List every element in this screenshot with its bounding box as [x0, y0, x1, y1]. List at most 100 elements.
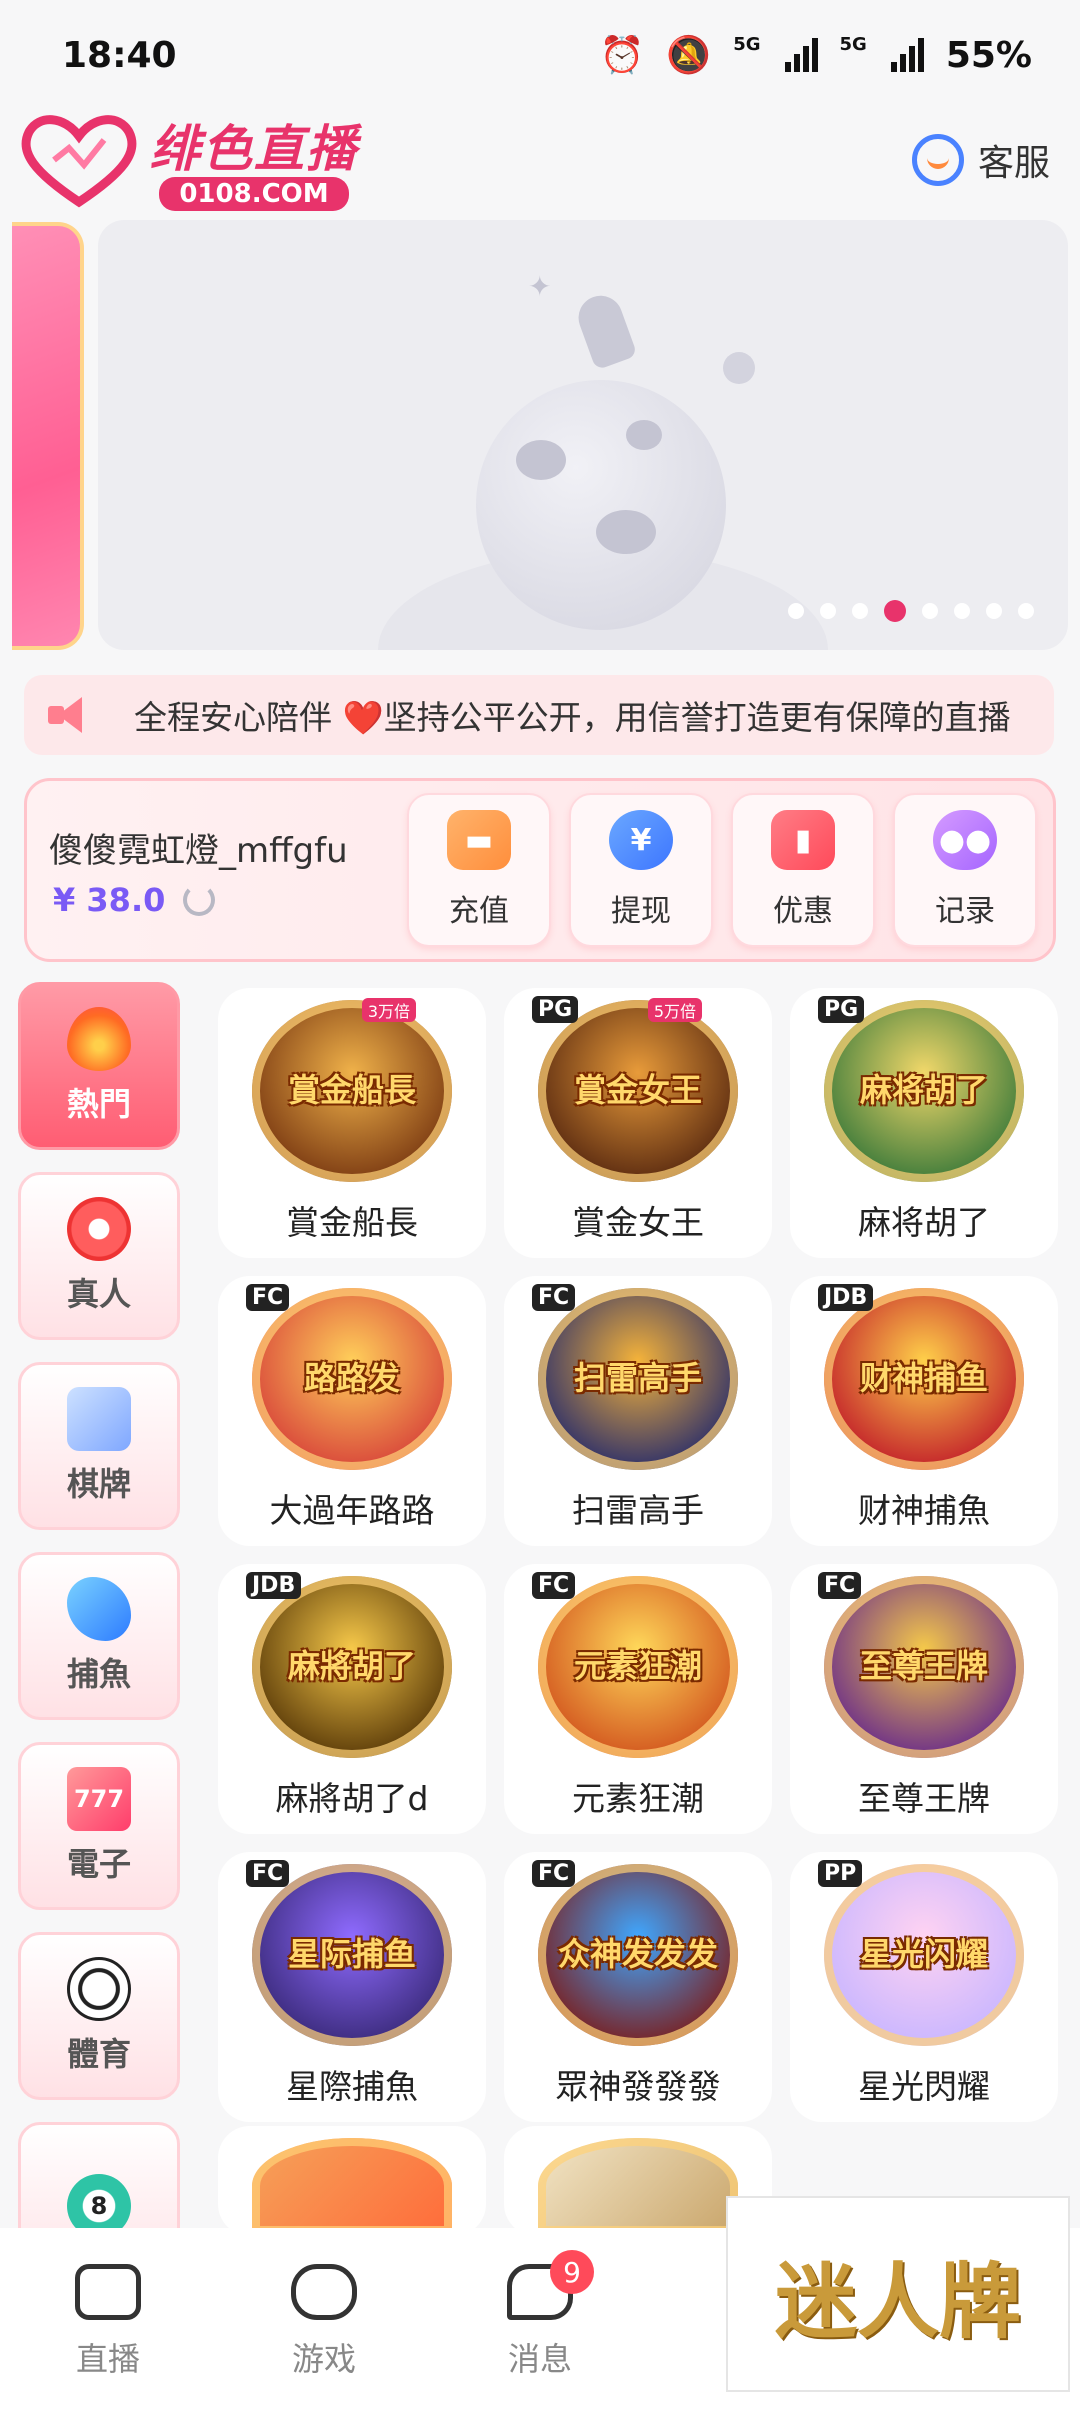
- wallet-balance: ¥ 38.0: [53, 881, 216, 919]
- carousel-dot[interactable]: [852, 603, 868, 619]
- promotions-label: 优惠: [773, 894, 833, 929]
- provider-badge: JDB: [818, 1284, 874, 1311]
- multiplier-badge: 5万倍: [647, 998, 702, 1022]
- game-card[interactable]: FC 至尊王牌 至尊王牌: [790, 1564, 1058, 1834]
- carousel-dots: [788, 600, 1034, 622]
- game-card[interactable]: JDB 麻將胡了麻將胡了d: [218, 1564, 486, 1834]
- game-logo-text: 财神捕鱼: [859, 1359, 988, 1398]
- game-card[interactable]: PG 麻将胡了 麻将胡了: [790, 988, 1058, 1258]
- category-live-casino[interactable]: 真人: [18, 1172, 180, 1340]
- game-thumbnail: FC 众神发发发: [532, 1860, 738, 2046]
- game-card-partial[interactable]: [218, 2126, 486, 2236]
- provider-badge: FC: [532, 1284, 576, 1311]
- category-hot[interactable]: 熱門: [18, 982, 180, 1150]
- game-name: 麻將胡了d: [275, 1779, 429, 1818]
- category-label: 電子: [66, 1845, 131, 1883]
- app-logo: 绯色直播 0108.COM: [14, 109, 358, 211]
- wallet-icon: ▬: [447, 810, 511, 870]
- game-card[interactable]: FC 元素狂潮 元素狂潮: [504, 1564, 772, 1834]
- category-sports[interactable]: 體育: [18, 1932, 180, 2100]
- category-label: 捕魚: [66, 1655, 131, 1693]
- game-logo-text: 至尊王牌: [859, 1647, 988, 1686]
- game-logo-text: 路路发: [303, 1359, 400, 1398]
- provider-badge: FC: [532, 1572, 576, 1599]
- carousel-dot[interactable]: [820, 603, 836, 619]
- soccer-icon: [67, 1957, 131, 2021]
- game-card[interactable]: FC 扫雷高手 扫雷高手: [504, 1276, 772, 1546]
- records-label: 记录: [935, 894, 995, 929]
- nav-live[interactable]: 直播: [0, 2264, 216, 2414]
- game-logo-text: 元素狂潮: [573, 1647, 702, 1686]
- nav-label: 直播: [75, 2340, 140, 2378]
- promotions-button[interactable]: ▮ 优惠: [731, 793, 875, 947]
- carousel-dot[interactable]: [788, 603, 804, 619]
- provider-badge: PG: [532, 996, 579, 1023]
- signal-icon: [784, 38, 818, 72]
- game-name: 元素狂潮: [572, 1779, 704, 1818]
- shark-icon: [67, 1577, 131, 1641]
- gamepad-icon: [291, 2264, 357, 2320]
- provider-badge: FC: [246, 1284, 290, 1311]
- provider-badge: PP: [818, 1860, 863, 1887]
- carousel-dot[interactable]: [986, 603, 1002, 619]
- game-logo-text: 麻将胡了: [859, 1071, 988, 1110]
- account-card: 傻傻霓虹燈_mffgfu ¥ 38.0 ▬ 充值 ¥ 提现 ▮ 优惠 ●● 记录: [24, 778, 1056, 962]
- game-card[interactable]: FC 星际捕鱼 星際捕魚: [218, 1852, 486, 2122]
- refresh-icon[interactable]: [183, 884, 216, 916]
- yen-icon: ¥: [609, 810, 673, 870]
- game-logo-text: 星际捕鱼: [287, 1935, 416, 1974]
- game-card[interactable]: JDB 财神捕鱼财神捕魚: [790, 1276, 1058, 1546]
- announcement-text: 全程安心陪伴 ❤️坚持公平公开，用信誉打造更有保障的直播: [134, 698, 1011, 737]
- category-fishing[interactable]: 捕魚: [18, 1552, 180, 1720]
- provider-badge: FC: [246, 1860, 290, 1887]
- banner-carousel[interactable]: ✦: [98, 220, 1068, 650]
- signal-icon-2: [890, 38, 924, 72]
- announcement-bar[interactable]: 全程安心陪伴 ❤️坚持公平公开，用信誉打造更有保障的直播: [24, 675, 1054, 755]
- flame-icon: [67, 1007, 131, 1071]
- withdraw-button[interactable]: ¥ 提现: [569, 793, 713, 947]
- account-actions: ▬ 充值 ¥ 提现 ▮ 优惠 ●● 记录: [407, 793, 1037, 947]
- moon-placeholder-icon: [476, 380, 726, 630]
- multiplier-badge: 3万倍: [361, 998, 416, 1022]
- category-card-games[interactable]: 棋牌: [18, 1362, 180, 1530]
- carousel-dot[interactable]: [922, 603, 938, 619]
- game-card[interactable]: FC 路路发 大過年路路: [218, 1276, 486, 1546]
- category-label: 體育: [66, 2035, 131, 2073]
- cards-icon: [67, 1387, 131, 1451]
- alarm-icon: ⏰: [599, 35, 645, 76]
- category-slots[interactable]: 777 電子: [18, 1742, 180, 1910]
- gamepad-icon: ●●: [933, 810, 997, 870]
- game-name: 财神捕魚: [858, 1491, 990, 1530]
- username: 傻傻霓虹燈_mffgfu: [49, 831, 348, 871]
- nav-games[interactable]: 游戏: [216, 2264, 432, 2414]
- chip-icon: [67, 1197, 131, 1261]
- game-card[interactable]: 3万倍 賞金船長 賞金船長: [218, 988, 486, 1258]
- carousel-dot[interactable]: [884, 600, 906, 622]
- customer-service-button[interactable]: 客服: [911, 134, 1050, 186]
- category-rail: 熱門 真人 棋牌 捕魚 777 電子 體育 8: [18, 982, 184, 2312]
- battery-level: 55%: [945, 34, 1032, 76]
- balance-amount: ¥ 38.0: [53, 881, 166, 919]
- star-icon: ✦: [528, 270, 552, 303]
- game-card[interactable]: FC 众神发发发 眾神發發發: [504, 1852, 772, 2122]
- game-logo-text: 賞金船長: [287, 1071, 416, 1110]
- game-thumbnail: JDB 麻將胡了: [246, 1572, 452, 1758]
- heart-logo-icon: [21, 115, 137, 208]
- slot-icon: 777: [67, 1767, 131, 1831]
- rocket-icon: [572, 289, 638, 371]
- game-thumbnail: FC 至尊王牌: [818, 1572, 1024, 1758]
- carousel-dot[interactable]: [1018, 603, 1034, 619]
- game-logo-text: 賞金女王: [573, 1071, 702, 1110]
- game-card[interactable]: PG 5万倍 賞金女王 賞金女王: [504, 988, 772, 1258]
- game-thumbnail: FC 扫雷高手: [532, 1284, 738, 1470]
- game-name: 麻将胡了: [858, 1203, 990, 1242]
- carousel-dot[interactable]: [954, 603, 970, 619]
- game-card[interactable]: PP 星光闪耀 星光閃耀: [790, 1852, 1058, 2122]
- records-button[interactable]: ●● 记录: [893, 793, 1037, 947]
- promo-overlay[interactable]: 迷人牌: [726, 2196, 1070, 2392]
- game-name: 星光閃耀: [858, 2067, 990, 2106]
- nav-messages[interactable]: 9 消息: [432, 2250, 648, 2414]
- game-logo-text: 众神发发发: [557, 1935, 718, 1974]
- banner-prev-slide[interactable]: [12, 222, 84, 650]
- deposit-button[interactable]: ▬ 充值: [407, 793, 551, 947]
